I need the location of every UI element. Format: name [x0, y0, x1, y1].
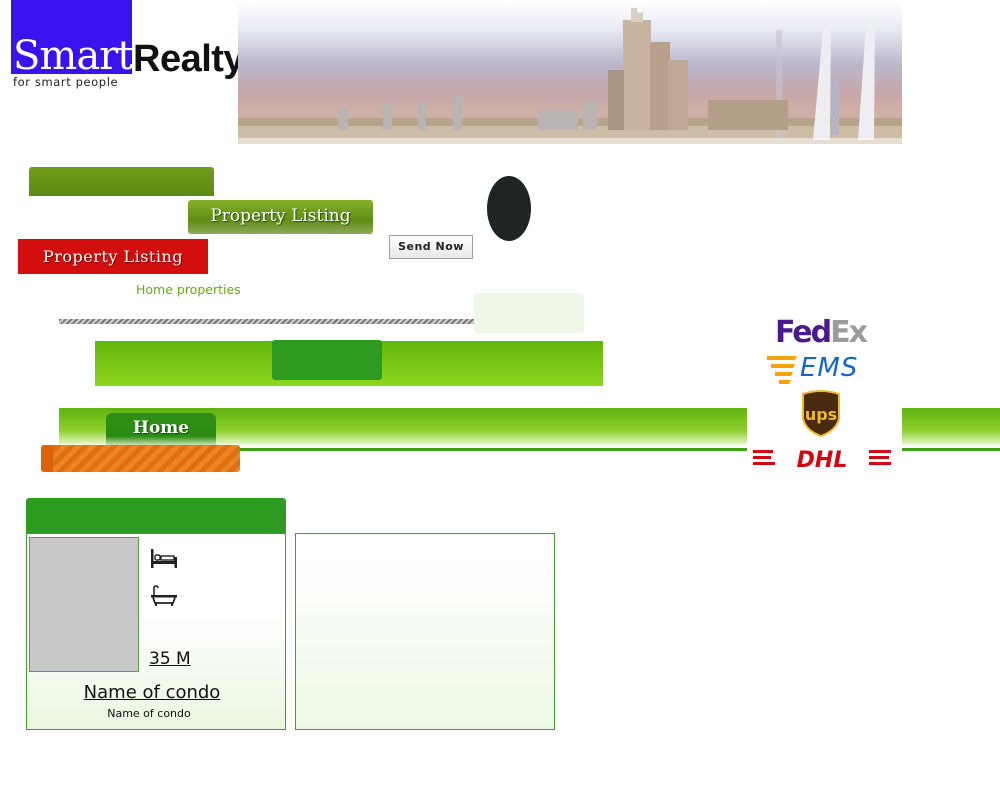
home-properties-link[interactable]: Home properties [136, 282, 241, 297]
striped-divider [59, 319, 475, 324]
fedex-logo: FedEx [775, 314, 868, 352]
listing-card-header [26, 498, 286, 533]
bed-icon [150, 547, 178, 573]
logo-tagline: for smart people [13, 75, 119, 89]
svg-text:DHL: DHL [797, 448, 848, 472]
logo-realty-text: Realty [133, 38, 245, 80]
fedex-logo-fed: Fed [775, 315, 832, 350]
nav-home-tab[interactable]: Home [106, 413, 216, 446]
section-header-bar [29, 167, 214, 196]
dark-oval-shape [487, 176, 531, 241]
property-photo-placeholder[interactable] [29, 537, 139, 672]
green-tab-button[interactable] [272, 340, 382, 380]
fedex-logo-ex: Ex [830, 315, 868, 350]
listing-title-link[interactable]: Name of condo [26, 682, 278, 703]
property-listing-green-button[interactable]: Property Listing [188, 200, 373, 234]
shipping-carriers-panel: FedEx EMS ups DHL [747, 312, 902, 473]
svg-text:ups: ups [805, 405, 837, 424]
listing-card-empty [295, 533, 555, 730]
property-listing-red-button[interactable]: Property Listing [18, 239, 208, 274]
bath-icon [150, 585, 178, 611]
listing-subtitle: Name of condo [107, 707, 191, 720]
dhl-logo: DHL [751, 444, 893, 473]
ems-logo: EMS [767, 352, 869, 384]
pale-green-box [474, 293, 584, 333]
send-now-button[interactable]: Send Now [389, 235, 473, 259]
logo-smart-text: Smart [13, 33, 133, 79]
ups-logo: ups [801, 390, 841, 438]
ems-logo-text: EMS [800, 353, 859, 383]
listing-price[interactable]: 35 M [149, 649, 191, 669]
header-banner-image [238, 0, 902, 144]
orange-striped-bar [41, 445, 240, 472]
